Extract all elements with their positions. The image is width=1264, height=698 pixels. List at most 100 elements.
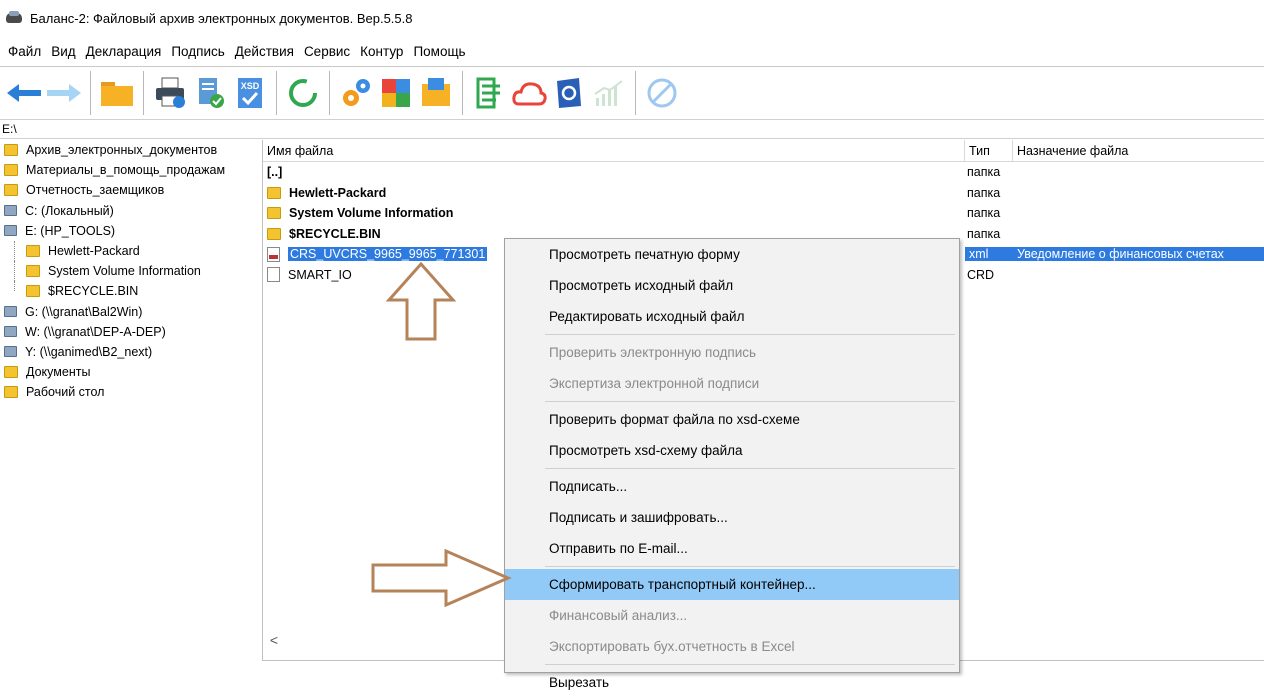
tree-item[interactable]: G: (\\granat\Bal2Win) — [0, 302, 256, 322]
tree-item[interactable]: Отчетность_заемщиков — [0, 180, 256, 200]
tree-item[interactable]: Hewlett-Packard — [0, 240, 256, 261]
tree-item[interactable]: Материалы_в_помощь_продажам — [0, 160, 256, 180]
menu-service[interactable]: Сервис — [304, 44, 350, 59]
tree-item-label: $RECYCLE.BIN — [48, 284, 139, 299]
file-type: xml — [965, 247, 1013, 262]
menu-kontur[interactable]: Контур — [360, 44, 403, 59]
verify-document-icon[interactable] — [190, 71, 230, 115]
menu-item-send-email[interactable]: Отправить по E-mail... — [505, 533, 959, 564]
folder-icon — [26, 265, 40, 278]
menu-item-sign-encrypt[interactable]: Подписать и зашифровать... — [505, 502, 959, 533]
tree-item[interactable]: W: (\\granat\DEP-A-DEP) — [0, 322, 256, 342]
xsd-check-icon[interactable]: XSD — [230, 71, 270, 115]
back-arrow-icon[interactable] — [4, 71, 44, 115]
tree-connector — [14, 281, 15, 292]
table-row[interactable]: [..] папка — [263, 162, 1264, 183]
menu-item-signature-expertise: Экспертиза электронной подписи — [549, 376, 760, 391]
tree-item-label: C: (Локальный) — [25, 203, 114, 218]
menu-item-view-xsd[interactable]: Просмотреть xsd-схему файла — [505, 435, 959, 466]
file-type: папка — [967, 165, 1001, 180]
folder-icon — [267, 207, 281, 220]
annotation-up-arrow — [385, 262, 457, 341]
folder-icon — [4, 386, 18, 399]
folder-open-icon[interactable] — [97, 71, 137, 115]
drive-icon — [4, 326, 17, 338]
menu-item-edit-source[interactable]: Редактировать исходный файл — [505, 301, 959, 332]
file-type: папка — [967, 226, 1001, 241]
tree-item[interactable]: $RECYCLE.BIN — [0, 281, 256, 301]
toolbar-separator — [143, 70, 144, 115]
tree-item-label: W: (\\granat\DEP-A-DEP) — [25, 324, 166, 339]
tree-item[interactable]: Y: (\\ganimed\B2_next) — [0, 342, 256, 362]
menu-item-financial-analysis: Финансовый анализ... — [549, 608, 688, 623]
menu-view[interactable]: Вид — [51, 44, 75, 59]
folder-icon — [4, 366, 18, 379]
toolbar-separator — [276, 70, 277, 115]
menu-declaration[interactable]: Декларация — [86, 44, 162, 59]
tree-item[interactable]: Архив_электронных_документов — [0, 140, 256, 160]
menu-item-sign[interactable]: Подписать... — [505, 471, 959, 502]
table-row[interactable]: System Volume Information папка — [263, 203, 1264, 224]
menu-item-view-source[interactable]: Просмотреть исходный файл — [505, 270, 959, 301]
forward-arrow-icon[interactable] — [44, 71, 84, 115]
folder-icon — [267, 227, 281, 240]
settings-icon[interactable] — [336, 71, 376, 115]
tree-connector — [14, 240, 15, 261]
menu-separator — [545, 468, 955, 469]
file-name: CRS_UVCRS_9965_9965_771301 — [288, 247, 488, 262]
table-row[interactable]: Hewlett-Packard папка — [263, 183, 1264, 204]
menu-file[interactable]: Файл — [8, 44, 41, 59]
menu-item-create-transport-container[interactable]: Сформировать транспортный контейнер... — [505, 569, 959, 600]
file-name: SMART_IO — [288, 267, 352, 282]
window-title: Баланс-2: Файловый архив электронных док… — [30, 10, 413, 26]
menu-item-cut[interactable]: Вырезать — [505, 667, 959, 698]
drive-icon — [4, 346, 17, 358]
file-name: $RECYCLE.BIN — [289, 226, 381, 241]
menu-item-export-excel: Экспортировать бух.отчетность в Excel — [549, 639, 795, 654]
tree-item-label: E: (HP_TOOLS) — [25, 223, 116, 238]
toolbar: XSD — [0, 66, 1264, 118]
b2-icon[interactable] — [549, 71, 589, 115]
tree-item-label: Hewlett-Packard — [48, 244, 140, 259]
tree-item-label: Архив_электронных_документов — [26, 143, 218, 158]
drive-icon — [4, 205, 17, 217]
column-header-purpose[interactable]: Назначение файла — [1013, 140, 1128, 161]
menu-separator — [545, 664, 955, 665]
cloud-icon[interactable] — [509, 71, 549, 115]
menu-item-view-print-form[interactable]: Просмотреть печатную форму — [505, 239, 959, 270]
refresh-icon[interactable] — [283, 71, 323, 115]
column-header-type[interactable]: Тип — [965, 140, 1013, 161]
tree-item[interactable]: C: (Локальный) — [0, 201, 256, 221]
scroll-left-button[interactable]: < — [262, 630, 286, 650]
grid-header: Имя файла Тип Назначение файла — [263, 140, 1264, 162]
tree-item[interactable]: E: (HP_TOOLS) — [0, 221, 256, 241]
menu-separator — [545, 334, 955, 335]
menu-item-check-xsd[interactable]: Проверить формат файла по xsd-схеме — [505, 404, 959, 435]
report-icon[interactable] — [469, 71, 509, 115]
print-icon[interactable] — [150, 71, 190, 115]
file-name: System Volume Information — [289, 206, 454, 221]
tree-item[interactable]: System Volume Information — [0, 261, 256, 282]
file-type: папка — [967, 206, 1001, 221]
cancel-icon[interactable] — [642, 71, 682, 115]
folder-icon — [267, 186, 281, 199]
chart-icon[interactable] — [589, 71, 629, 115]
menu-help[interactable]: Помощь — [413, 44, 465, 59]
menu-item-verify-signature: Проверить электронную подпись — [549, 345, 757, 360]
file-purpose: Уведомление о финансовых счетах — [1013, 247, 1264, 262]
toolbar-separator — [90, 70, 91, 115]
puzzle-icon[interactable] — [376, 71, 416, 115]
column-header-name[interactable]: Имя файла — [263, 140, 965, 161]
menu-signature[interactable]: Подпись — [171, 44, 224, 59]
tree-item-label: Документы — [26, 365, 91, 380]
tree-item-label: Материалы_в_помощь_продажам — [26, 163, 226, 178]
file-type: CRD — [967, 267, 995, 282]
svg-text:XSD: XSD — [241, 81, 260, 91]
menu-actions[interactable]: Действия — [235, 44, 294, 59]
tree-item-label: System Volume Information — [48, 264, 201, 279]
tree-item[interactable]: Документы — [0, 362, 256, 382]
tree-item[interactable]: Рабочий стол — [0, 382, 256, 402]
folder-icon — [26, 285, 40, 298]
archive-folder-icon[interactable] — [416, 71, 456, 115]
file-name-cell: Hewlett-Packard — [263, 186, 965, 200]
